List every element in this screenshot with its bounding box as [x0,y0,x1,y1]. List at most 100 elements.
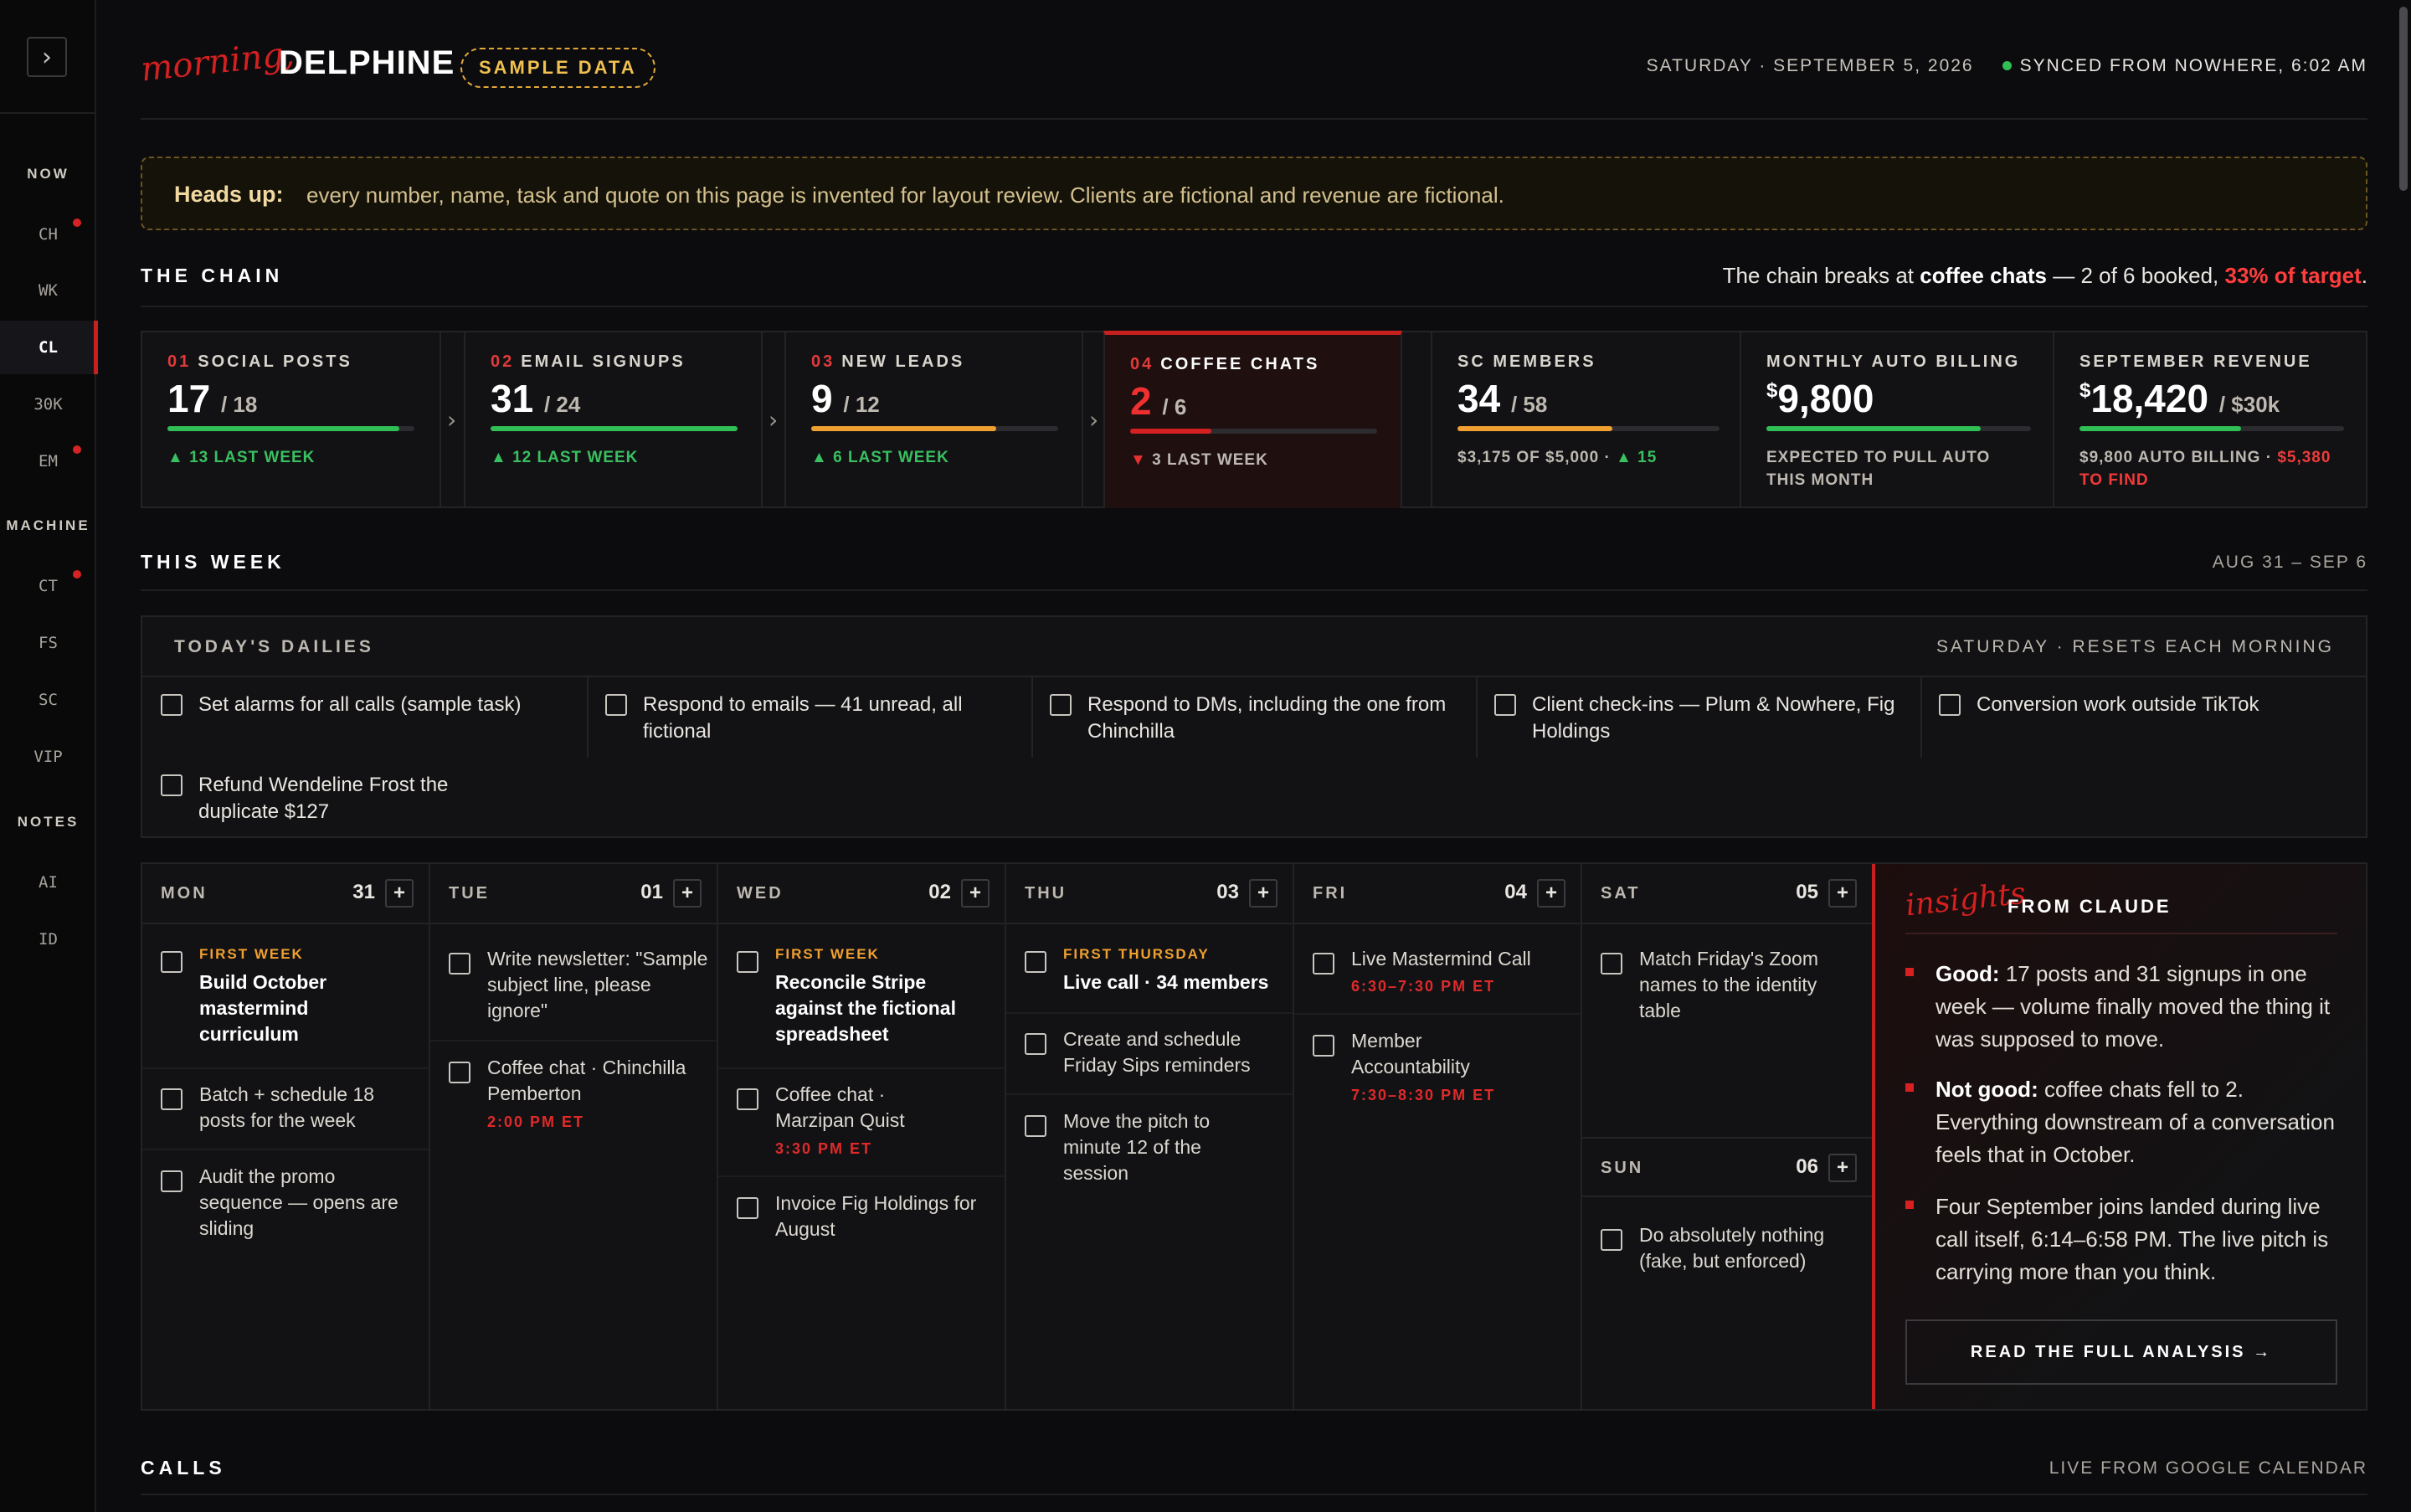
checkbox[interactable] [1494,694,1516,716]
sidebar-group-now: NOW [27,166,69,182]
card-value: 34 / 58 [1457,376,1547,421]
insights-panel: insights FROM CLAUDE Good: 17 posts and … [1872,864,2366,1409]
checkbox[interactable] [737,1197,758,1219]
card-subtext-value: $9,800 AUTO BILLING · [2079,449,2273,466]
task-label: Invoice Fig Holdings for August [775,1192,977,1240]
sidebar-item-id[interactable]: ID [0,913,96,966]
card-subtext: EXPECTED TO PULL AUTO THIS MONTH [1766,446,1990,491]
card-value: $18,420 / $30k [2079,376,2280,421]
bullet-icon [1905,968,1914,976]
chain-card-september-revenue[interactable]: SEPTEMBER REVENUE $18,420 / $30k $9,800 … [2054,332,2366,507]
chain-message-mid: — 2 of 6 booked, [2053,263,2219,288]
current-date: SATURDAY · SEPTEMBER 5, 2026 [1646,56,1974,75]
checkbox[interactable] [1313,953,1334,975]
progress-bar [1457,426,1720,431]
day-column-fri: FRI 04 + Live Mastermind Call 6:30–7:30 P… [1294,864,1582,1409]
sidebar-item-fs[interactable]: FS [0,616,96,670]
day-date: 02 [928,881,951,903]
checkbox[interactable] [161,694,182,716]
card-label: SC MEMBERS [1457,352,1596,371]
day-header: THU 03 + [1006,864,1293,924]
chain-card-new-leads[interactable]: 03 NEW LEADS 9 / 12 ▲ 6 LAST WEEK [784,332,1083,507]
task-divider [1006,1012,1293,1014]
task-tag: FIRST WEEK [199,946,304,962]
page-header: morning, DELPHINE SAMPLE DATA SATURDAY ·… [139,35,2367,96]
task-time: 6:30–7:30 PM ET [1351,978,1496,995]
checkbox[interactable] [737,951,758,973]
daily-item-label: Client check-ins — Plum & Nowhere, Fig H… [1532,693,1895,743]
heads-up-text: every number, name, task and quote on th… [306,183,1504,208]
checkbox[interactable] [1601,1229,1622,1251]
task-time: 7:30–8:30 PM ET [1351,1087,1496,1103]
add-task-button[interactable]: + [1249,879,1277,908]
sidebar-toggle-button[interactable]: › [27,37,67,77]
card-subtext: ▲ 12 LAST WEEK [491,446,638,469]
checkbox[interactable] [161,1170,182,1192]
bullet-icon [1905,1201,1914,1209]
progress-bar-fill [811,426,997,431]
checkbox[interactable] [737,1088,758,1110]
notification-dot [73,219,81,227]
sidebar-item-sc[interactable]: SC [0,673,96,727]
checkbox[interactable] [161,1088,182,1110]
add-task-button[interactable]: + [673,879,702,908]
checkbox[interactable] [1313,1035,1334,1057]
chain-card-sc-members[interactable]: SC MEMBERS 34 / 58 $3,175 OF $5,000 · ▲ … [1431,332,1741,507]
card-value-number: 9 [811,377,833,420]
day-name: TUE [449,884,490,903]
sidebar-item-ch[interactable]: CH [0,208,96,261]
add-task-button[interactable]: + [1828,879,1857,908]
add-task-button[interactable]: + [961,879,990,908]
task-label: Move the pitch to minute 12 of the sessi… [1063,1110,1211,1184]
add-task-button[interactable]: + [1828,1154,1857,1182]
task-time: 3:30 PM ET [775,1140,873,1157]
checkbox[interactable] [1025,951,1046,973]
sidebar-item-ai[interactable]: AI [0,856,96,909]
sidebar-item-30k[interactable]: 30K [0,378,96,431]
checkbox[interactable] [1025,1033,1046,1055]
checkbox[interactable] [449,1062,470,1083]
checkbox[interactable] [605,694,627,716]
card-label: 01 SOCIAL POSTS [167,352,352,372]
card-value-target: / 24 [543,392,581,417]
chain-message-bold: coffee chats [1920,263,2047,288]
card-label-text: EMAIL SIGNUPS [521,352,686,371]
sidebar-item-wk[interactable]: WK [0,264,96,317]
task-label: Live Mastermind Call [1351,948,1531,969]
sidebar-item-ct[interactable]: CT [0,559,96,613]
checkbox[interactable] [1601,953,1622,975]
section-divider [141,589,2367,591]
checkbox[interactable] [1025,1115,1046,1137]
add-task-button[interactable]: + [1537,879,1565,908]
checkbox[interactable] [1050,694,1072,716]
checkbox[interactable] [1939,694,1961,716]
day-name: THU [1025,884,1067,903]
checkbox[interactable] [449,953,470,975]
add-task-button[interactable]: + [385,879,414,908]
sidebar-group-machine: MACHINE [6,517,90,533]
card-label: MONTHLY AUTO BILLING [1766,352,2021,371]
sidebar-item-em[interactable]: EM [0,435,96,488]
progress-bar [491,426,738,431]
sidebar-item-vip[interactable]: VIP [0,730,96,784]
card-step-number: 02 [491,352,515,371]
currency-symbol: $ [1766,379,1778,402]
insight-verdict: Not good: [1935,1077,2038,1102]
dailies-separator [1920,677,1922,758]
read-full-analysis-button[interactable]: READ THE FULL ANALYSIS → [1905,1319,2337,1385]
progress-bar-fill [491,426,738,431]
sidebar-item-cl[interactable]: CL [0,321,98,374]
chain-card-social-posts[interactable]: 01 SOCIAL POSTS 17 / 18 ▲ 13 LAST WEEK [142,332,441,507]
checkbox[interactable] [161,951,182,973]
task-tag: FIRST THURSDAY [1063,946,1210,962]
insight-body: Four September joins landed during live … [1935,1194,2329,1284]
checkbox[interactable] [161,774,182,796]
scrollbar-thumb[interactable] [2399,7,2408,191]
chain-card-monthly-auto-billing[interactable]: MONTHLY AUTO BILLING $9,800 EXPECTED TO … [1741,332,2054,507]
day-date: 05 [1796,881,1818,903]
chain-card-email-signups[interactable]: 02 EMAIL SIGNUPS 31 / 24 ▲ 12 LAST WEEK [464,332,763,507]
chain-card-coffee-chats[interactable]: 04 COFFEE CHATS 2 / 6 ▼ 3 LAST WEEK [1103,331,1402,508]
day-header: SUN 06 + [1582,1137,1872,1197]
card-value-target: / 18 [220,392,258,417]
task-label: Member Accountability [1351,1030,1470,1077]
